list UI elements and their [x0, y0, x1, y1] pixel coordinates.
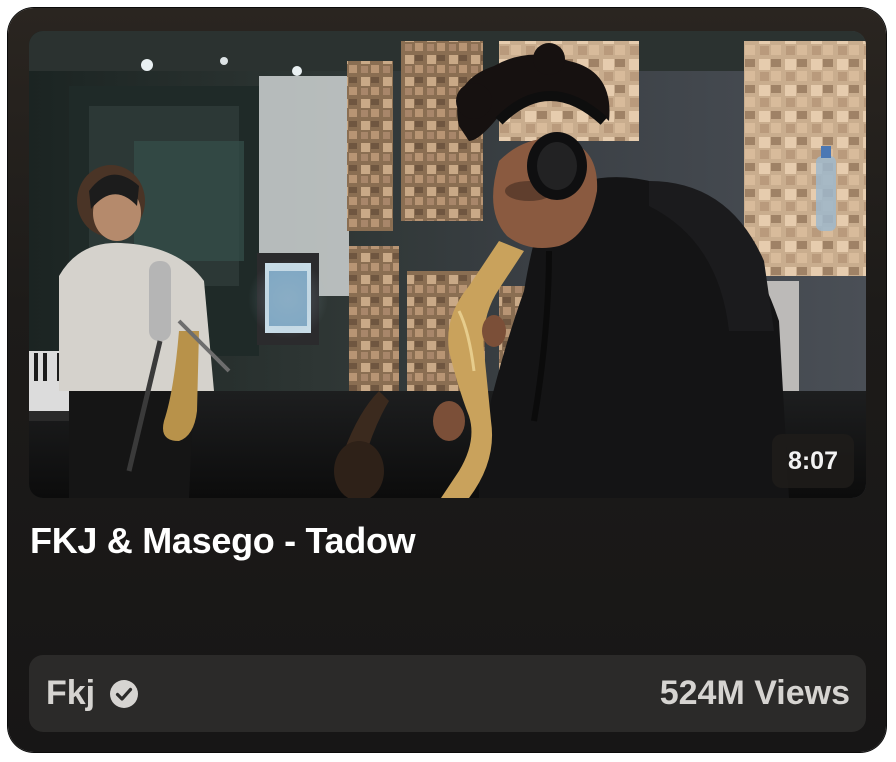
- video-title[interactable]: FKJ & Masego - Tadow: [30, 520, 860, 562]
- studio-scene-image: [29, 31, 866, 498]
- video-card[interactable]: 8:07 FKJ & Masego - Tadow Fkj 524M Views: [8, 8, 886, 752]
- check-circle-icon: [109, 679, 139, 709]
- duration-badge: 8:07: [771, 434, 854, 488]
- video-meta-bar: Fkj 524M Views: [29, 655, 866, 732]
- view-count: 524M Views: [659, 674, 850, 712]
- channel-name[interactable]: Fkj: [46, 674, 95, 713]
- video-thumbnail[interactable]: 8:07: [29, 31, 866, 498]
- channel-info[interactable]: Fkj: [46, 655, 139, 732]
